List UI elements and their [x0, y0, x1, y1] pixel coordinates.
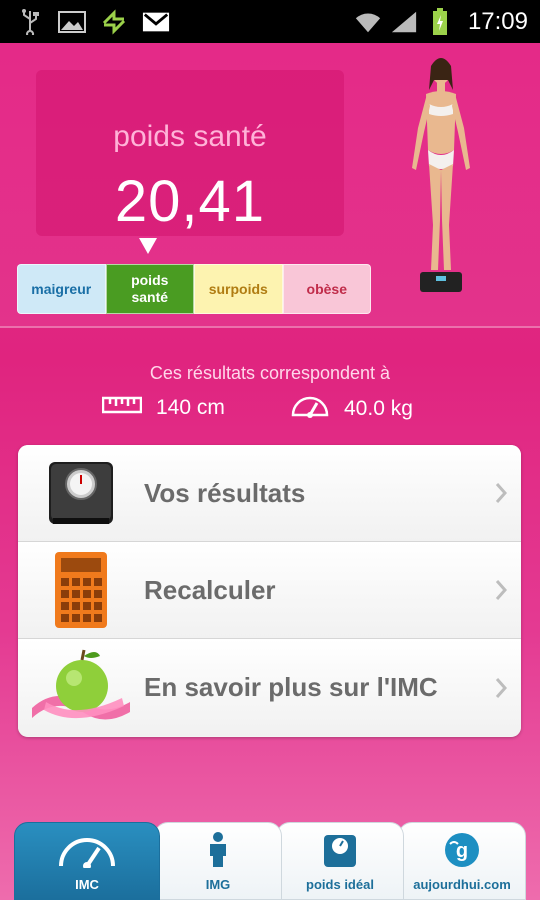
image-icon — [58, 9, 86, 35]
signal-icon — [390, 9, 418, 35]
menu-item-vos-resultats[interactable]: Vos résultats — [18, 445, 521, 542]
chevron-right-icon — [481, 481, 521, 505]
scale-icon — [323, 832, 357, 873]
tab-label: IMG — [205, 877, 231, 892]
bathroom-scale-icon — [18, 445, 144, 542]
bmi-scale: maigreur poids santé surpoids obèse — [17, 264, 371, 314]
bmi-value: 20,41 — [114, 169, 266, 234]
tab-label: IMC — [75, 877, 99, 892]
chevron-right-icon — [481, 676, 521, 700]
gmail-icon — [142, 9, 170, 35]
weight-value: 40.0 kg — [344, 397, 413, 420]
status-bar: 17:09 — [0, 0, 540, 43]
scale-segment-surpoids: surpoids — [194, 264, 283, 314]
sync-icon — [100, 8, 128, 35]
gauge-icon — [290, 394, 330, 424]
bmi-category: poids santé — [113, 120, 267, 153]
scale-segment-label: poids santé — [131, 272, 169, 305]
usb-icon — [16, 8, 44, 35]
tab-label: aujourdhui.com — [413, 877, 511, 892]
divider — [0, 326, 540, 328]
height-value: 140 cm — [156, 396, 225, 419]
menu-item-en-savoir-plus[interactable]: En savoir plus sur l'IMC — [18, 639, 521, 736]
ruler-icon — [101, 394, 143, 422]
tab-aujourdhui[interactable]: g aujourdhui.com — [398, 822, 526, 900]
calculator-icon — [18, 542, 144, 639]
chevron-right-icon — [481, 578, 521, 602]
person-icon — [206, 832, 230, 873]
woman-on-scale-icon — [396, 50, 486, 300]
height-readout: 140 cm — [101, 394, 225, 422]
tab-imc[interactable]: IMC — [14, 822, 160, 900]
results-caption: Ces résultats correspondent à — [149, 363, 391, 383]
wifi-icon — [354, 9, 382, 35]
scale-segment-maigreur: maigreur — [17, 264, 106, 314]
menu-item-recalculer[interactable]: Recalculer — [18, 542, 521, 639]
tab-label: poids idéal — [306, 877, 374, 892]
menu-item-label: En savoir plus sur l'IMC — [144, 672, 438, 702]
tab-poids-ideal[interactable]: poids idéal — [276, 822, 404, 900]
battery-icon — [426, 7, 454, 35]
gauge-icon — [57, 836, 117, 873]
scale-segment-obese: obèse — [282, 264, 371, 314]
action-menu: Vos résultats Recalculer En savoir plus … — [18, 445, 521, 737]
tab-img[interactable]: IMG — [154, 822, 282, 900]
bottom-tab-bar: IMC IMG poids idéal g aujourdhui.com — [14, 822, 526, 900]
aujourdhui-logo-icon: g — [442, 832, 482, 873]
scale-pointer-icon — [139, 238, 157, 254]
scale-segment-poids-sante: poids santé — [105, 264, 194, 314]
apple-tape-icon — [18, 639, 144, 736]
clock: 17:09 — [467, 7, 528, 35]
menu-item-label: Vos résultats — [144, 477, 306, 508]
weight-readout: 40.0 kg — [290, 394, 413, 424]
menu-item-label: Recalculer — [144, 574, 276, 605]
